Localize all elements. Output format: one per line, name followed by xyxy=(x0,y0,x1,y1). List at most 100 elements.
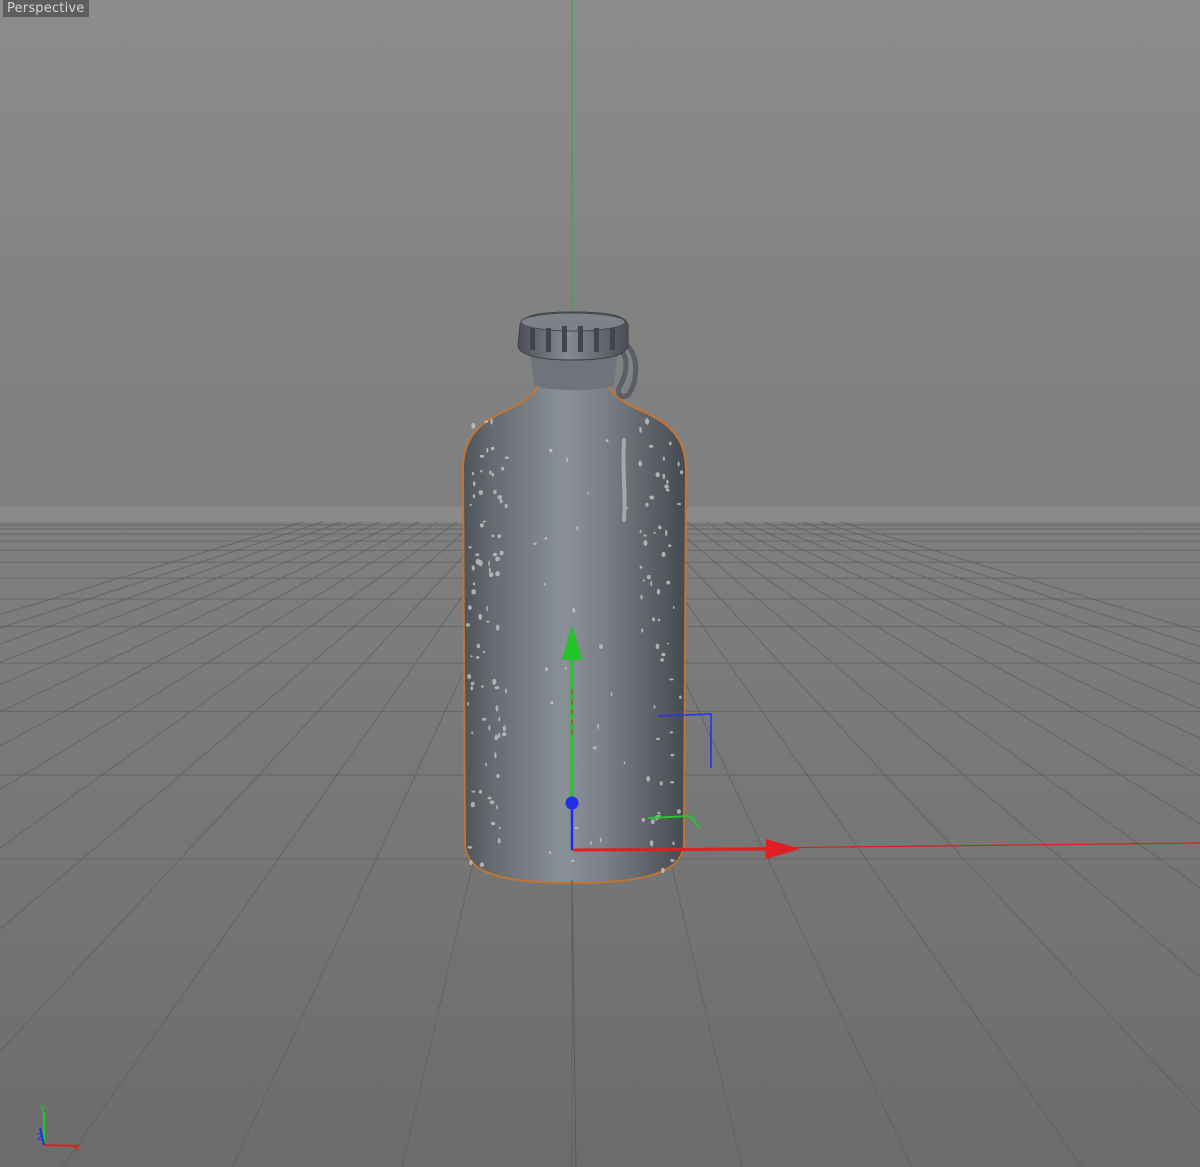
droplet xyxy=(472,481,476,487)
droplet xyxy=(471,471,474,476)
droplet xyxy=(650,580,653,587)
3d-viewport[interactable]: Y X Z Perspective xyxy=(0,0,1200,1167)
droplet xyxy=(472,582,476,586)
droplet xyxy=(646,574,651,580)
droplet xyxy=(657,618,661,622)
gizmo-x-shaft[interactable] xyxy=(573,847,773,852)
droplet xyxy=(662,456,666,461)
gizmo-origin-handle[interactable] xyxy=(565,796,579,810)
bottle-cap-top xyxy=(520,312,626,332)
droplet xyxy=(493,489,497,494)
droplet xyxy=(669,731,674,734)
droplet xyxy=(471,731,474,734)
droplet xyxy=(488,567,491,573)
droplet xyxy=(659,781,663,786)
droplet xyxy=(670,753,675,757)
droplet xyxy=(649,840,654,847)
droplet xyxy=(495,556,500,562)
droplet xyxy=(492,552,498,557)
droplet xyxy=(492,678,497,685)
droplet xyxy=(470,681,475,686)
droplet xyxy=(479,789,482,794)
droplet xyxy=(550,700,554,705)
droplet xyxy=(482,520,486,523)
droplet xyxy=(470,801,475,808)
droplet xyxy=(472,494,476,499)
droplet xyxy=(488,725,491,731)
svg-text:X: X xyxy=(74,1144,80,1154)
droplet xyxy=(666,580,671,585)
droplet xyxy=(504,503,508,509)
droplet xyxy=(655,472,660,478)
droplet xyxy=(505,688,507,694)
droplet xyxy=(670,781,674,784)
droplet xyxy=(498,732,501,738)
svg-text:Y: Y xyxy=(39,1105,46,1115)
droplet xyxy=(650,819,655,825)
droplet xyxy=(576,525,579,531)
droplet xyxy=(599,644,603,649)
droplet xyxy=(496,774,500,778)
droplet xyxy=(491,472,495,477)
droplet xyxy=(660,658,664,662)
droplet xyxy=(665,488,670,492)
droplet xyxy=(656,737,660,741)
droplet xyxy=(476,643,480,649)
droplet xyxy=(666,642,669,645)
droplet xyxy=(479,862,484,868)
droplet xyxy=(475,553,480,556)
droplet xyxy=(665,529,668,537)
droplet xyxy=(646,775,651,782)
droplet xyxy=(469,860,473,865)
droplet xyxy=(499,499,503,504)
droplet xyxy=(668,544,672,547)
droplet xyxy=(470,655,473,658)
droplet xyxy=(677,502,681,506)
droplet xyxy=(592,746,597,750)
droplet xyxy=(639,565,643,569)
droplet xyxy=(497,534,502,539)
droplet xyxy=(670,859,675,862)
droplet xyxy=(501,466,505,471)
droplet xyxy=(572,607,576,613)
droplet xyxy=(471,565,475,571)
droplet xyxy=(544,667,549,672)
droplet xyxy=(486,620,490,623)
viewport-scene[interactable]: Y X Z xyxy=(0,0,1200,1167)
droplet xyxy=(502,725,506,732)
droplet xyxy=(482,717,487,721)
droplet xyxy=(491,534,495,538)
droplet xyxy=(499,550,504,556)
droplet xyxy=(471,422,476,429)
droplet xyxy=(605,439,609,443)
droplet xyxy=(498,717,501,722)
droplet xyxy=(494,734,499,741)
droplet xyxy=(468,546,472,549)
droplet xyxy=(489,800,495,805)
droplet xyxy=(479,523,484,528)
droplet xyxy=(641,818,645,822)
droplet xyxy=(658,525,662,530)
droplet xyxy=(502,732,507,737)
droplet xyxy=(485,762,487,767)
droplet xyxy=(533,542,537,545)
droplet xyxy=(496,805,498,810)
droplet xyxy=(466,623,470,627)
droplet xyxy=(479,470,483,473)
droplet xyxy=(487,796,492,800)
viewport-name-label[interactable]: Perspective xyxy=(3,0,89,17)
droplet xyxy=(482,650,486,654)
droplet xyxy=(497,495,502,500)
droplet xyxy=(653,531,656,534)
droplet xyxy=(566,457,569,463)
droplet xyxy=(496,624,500,631)
droplet xyxy=(668,441,672,446)
droplet xyxy=(495,705,499,712)
droplet xyxy=(497,838,501,844)
droplet xyxy=(641,628,644,633)
droplet xyxy=(564,667,568,670)
droplet xyxy=(476,656,480,659)
droplet xyxy=(664,484,669,489)
svg-text:Z: Z xyxy=(37,1133,43,1143)
droplet xyxy=(662,473,666,480)
